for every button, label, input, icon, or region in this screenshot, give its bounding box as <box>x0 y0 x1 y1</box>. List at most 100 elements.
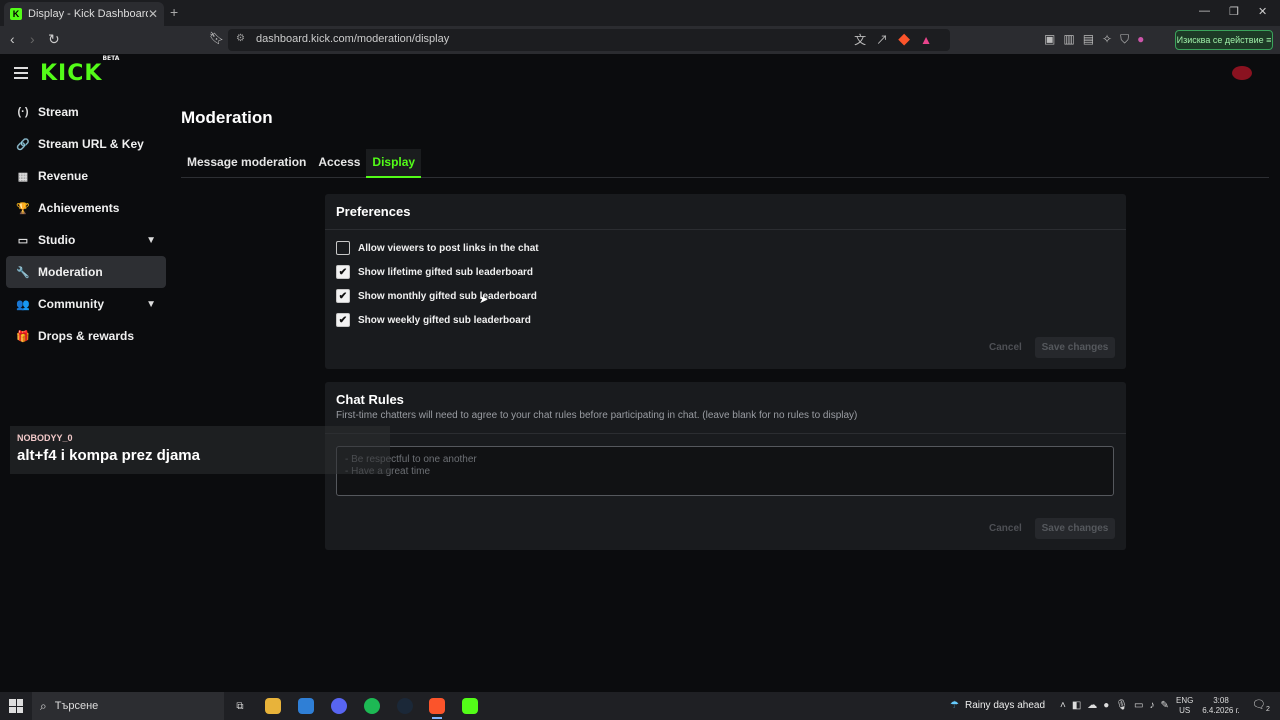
kick-favicon-icon: K <box>10 8 22 20</box>
notification-icon[interactable]: 🗨︎2 <box>1252 698 1270 713</box>
sidebar-item-label: Achievements <box>38 201 120 215</box>
profile-icon[interactable]: ● <box>1137 32 1152 46</box>
checkbox[interactable] <box>336 241 350 255</box>
menu-icon[interactable] <box>14 67 28 82</box>
sidebar-item-drops-rewards[interactable]: 🎁 Drops & rewards <box>6 320 166 352</box>
taskbar-search[interactable]: ⌕ Търсене <box>32 692 224 720</box>
beta-badge: BETA <box>102 54 120 62</box>
chevron-down-icon[interactable]: ▼ <box>146 299 156 310</box>
onedrive-icon[interactable]: ☁ <box>1087 700 1103 711</box>
file-explorer-icon[interactable] <box>265 698 281 714</box>
pref-allow-links[interactable]: Allow viewers to post links in the chat <box>336 241 539 255</box>
brave-browser-icon[interactable] <box>429 698 445 719</box>
sidebar-item-label: Stream <box>38 105 79 119</box>
language-indicator[interactable]: ENG US <box>1176 696 1193 716</box>
pref-label: Allow viewers to post links in the chat <box>358 242 539 254</box>
network-icon[interactable]: ▭ <box>1134 700 1149 711</box>
brave-shield-icon[interactable]: ◆ <box>898 33 920 47</box>
rewards-icon[interactable]: ▲ <box>920 33 942 47</box>
windows-start-icon[interactable] <box>9 699 23 713</box>
sidebar-item-revenue[interactable]: ▦ Revenue <box>6 160 166 192</box>
tab-access[interactable]: Access <box>312 149 366 178</box>
chevron-up-icon[interactable]: ˄ <box>1060 700 1072 711</box>
url-field[interactable]: ⚙ dashboard.kick.com/moderation/display … <box>228 29 950 51</box>
restore-window-icon[interactable]: ❐ <box>1229 5 1239 18</box>
share-icon[interactable]: ↗ <box>876 33 898 47</box>
save-changes-button[interactable]: Save changes <box>1035 518 1115 539</box>
lang-code: ENG <box>1176 696 1194 705</box>
sidebar-item-label: Revenue <box>38 169 89 183</box>
close-window-icon[interactable]: ✕ <box>1258 5 1267 18</box>
system-tray: ˄◧☁●🎙︎▭♪✎ <box>1060 700 1175 711</box>
reload-icon[interactable]: ↻ <box>48 31 60 48</box>
mouse-cursor-icon: ➤ <box>479 294 489 306</box>
sidebar-item-achievements[interactable]: 🏆 Achievements <box>6 192 166 224</box>
chevron-down-icon[interactable]: ▼ <box>146 235 156 246</box>
stream-icon: (·) <box>17 106 29 118</box>
back-icon[interactable]: ‹ <box>10 31 15 47</box>
pref-weekly-leaderboard[interactable]: ✔ Show weekly gifted sub leaderboard <box>336 313 531 327</box>
pref-monthly-leaderboard[interactable]: ✔ Show monthly gifted sub leaderboard <box>336 289 537 303</box>
sidebar-item-community[interactable]: 👥 Community ▼ <box>6 288 166 320</box>
task-view-icon[interactable]: ⧉ <box>232 698 248 714</box>
screenshot-icon[interactable]: ▣ <box>1044 32 1063 46</box>
clock-time: 3:08 <box>1213 696 1229 705</box>
placeholder-line: - Have a great time <box>345 466 431 477</box>
leo-icon[interactable]: ✧ <box>1102 32 1120 46</box>
checkbox-checked[interactable]: ✔ <box>336 313 350 327</box>
volume-icon[interactable]: ♪ <box>1150 700 1161 711</box>
rain-cloud-icon: ☂ <box>950 700 959 711</box>
forward-icon[interactable]: › <box>30 31 35 47</box>
site-settings-icon[interactable]: ⚙ <box>236 33 245 44</box>
sidebar-item-moderation[interactable]: 🔧 Moderation <box>6 256 166 288</box>
sidebar-item-stream-url-key[interactable]: 🔗 Stream URL & Key <box>6 128 166 160</box>
checkbox-checked[interactable]: ✔ <box>336 265 350 279</box>
translate-icon[interactable]: 文 <box>854 33 876 47</box>
studio-icon: ▭ <box>17 234 29 247</box>
cancel-button[interactable]: Cancel <box>989 523 1022 534</box>
tab-message-moderation[interactable]: Message moderation <box>181 149 312 178</box>
chat-rules-textarea[interactable]: - Be respectful to one another - Have a … <box>336 446 1114 496</box>
chat-rules-description: First-time chatters will need to agree t… <box>336 410 858 421</box>
tab-display[interactable]: Display <box>366 149 422 178</box>
bookmark-icon[interactable]: 🔖︎ <box>209 31 224 45</box>
kick-app-icon[interactable] <box>462 698 478 714</box>
pen-icon[interactable]: ✎ <box>1161 700 1175 711</box>
wallet-icon[interactable]: ▤ <box>1083 32 1102 46</box>
tray-app-icon[interactable]: ● <box>1103 700 1115 711</box>
store-icon[interactable] <box>298 698 314 714</box>
placeholder-line: - Be respectful to one another <box>345 454 477 465</box>
discord-icon[interactable] <box>331 698 347 714</box>
preferences-title: Preferences <box>325 194 1126 230</box>
sidebar-item-stream[interactable]: (·) Stream <box>6 96 166 128</box>
url-text: dashboard.kick.com/moderation/display <box>256 33 450 45</box>
new-tab-button[interactable]: + <box>170 4 178 20</box>
sidebar-item-label: Stream URL & Key <box>38 137 144 151</box>
chat-rules-card: Chat Rules First-time chatters will need… <box>325 382 1126 550</box>
gift-icon: 🎁 <box>16 330 30 343</box>
preferences-card: Preferences Allow viewers to post links … <box>325 194 1126 369</box>
vpn-button[interactable]: Изисква се действие ≡ <box>1175 30 1273 50</box>
minimize-window-icon[interactable]: — <box>1199 5 1210 17</box>
sidebar-item-studio[interactable]: ▭ Studio ▼ <box>6 224 166 256</box>
avatar[interactable] <box>1232 66 1252 80</box>
sidebar-icon[interactable]: ▥ <box>1063 32 1082 46</box>
pref-lifetime-leaderboard[interactable]: ✔ Show lifetime gifted sub leaderboard <box>336 265 533 279</box>
browser-tab[interactable]: K Display - Kick Dashboard ✕ <box>4 2 164 26</box>
trophy-icon: 🏆 <box>16 202 30 215</box>
close-tab-icon[interactable]: ✕ <box>148 7 158 21</box>
clock[interactable]: 3:08 6.4.2026 г. <box>1202 696 1240 716</box>
checkbox-checked[interactable]: ✔ <box>336 289 350 303</box>
taskbar: ⌕ Търсене ⧉ ☂ Rainy days ahead ˄◧☁●🎙︎▭♪✎… <box>0 692 1280 720</box>
spotify-icon[interactable] <box>364 698 380 714</box>
save-changes-button[interactable]: Save changes <box>1035 337 1115 358</box>
shield-icon[interactable]: ⛉ <box>1120 32 1137 46</box>
weather-text: Rainy days ahead <box>964 700 1046 711</box>
cancel-button[interactable]: Cancel <box>989 342 1022 353</box>
kick-logo[interactable]: KICKBETA <box>40 55 119 86</box>
overlay-username: NOBODYY_0 <box>17 433 73 443</box>
weather-widget[interactable]: ☂ Rainy days ahead <box>950 700 1045 711</box>
tray-app-icon[interactable]: ◧ <box>1072 700 1087 711</box>
microphone-icon[interactable]: 🎙︎ <box>1115 700 1134 711</box>
steam-icon[interactable] <box>397 698 413 714</box>
